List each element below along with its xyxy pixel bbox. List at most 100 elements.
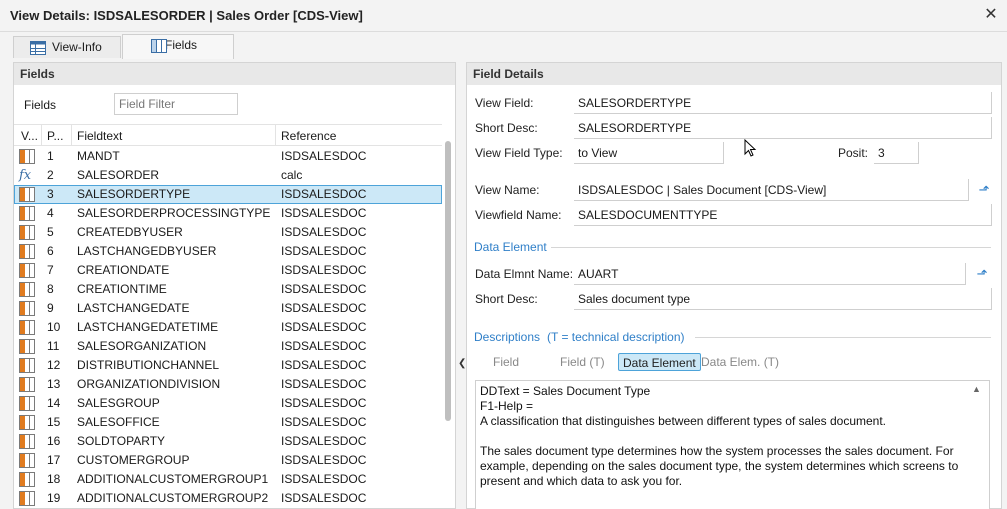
table-row[interactable]: 9 LASTCHANGEDATE ISDSALESDOC [14,299,442,318]
view-name-label: View Name: [475,183,540,197]
scroll-up-icon[interactable]: ▲ [972,384,981,394]
table-row[interactable]: 10 LASTCHANGEDATETIME ISDSALESDOC [14,318,442,337]
view-field-input[interactable]: SALESORDERTYPE [574,92,992,114]
table-row[interactable]: 17 CUSTOMERGROUP ISDSALESDOC [14,451,442,470]
desc-tab-data-element[interactable]: Data Element [618,353,701,371]
row-reference: ISDSALESDOC [281,453,367,467]
row-fieldtext: CREATEDBYUSER [77,225,183,239]
row-fieldtext: SALESGROUP [77,396,160,410]
field-icon [19,377,35,392]
row-position: 9 [47,301,54,315]
row-position: 18 [47,472,61,486]
view-name-input[interactable]: ISDSALESDOC | Sales Document [CDS-View] [574,179,969,201]
field-icon [19,358,35,373]
navigate-view-icon[interactable]: ⬏ [977,183,991,197]
column-header-pos[interactable]: P... [47,129,63,143]
table-row[interactable]: 16 SOLDTOPARTY ISDSALESDOC [14,432,442,451]
field-icon [19,396,35,411]
table-row[interactable]: 8 CREATIONTIME ISDSALESDOC [14,280,442,299]
row-position: 19 [47,491,61,505]
row-position: 12 [47,358,61,372]
table-row[interactable]: 3 SALESORDERTYPE ISDSALESDOC [14,185,442,204]
table-row[interactable]: 19 ADDITIONALCUSTOMERGROUP2 ISDSALESDOC [14,489,442,508]
tab-fields[interactable]: Fields [122,34,234,59]
navigate-data-element-icon[interactable]: ⬏ [975,267,989,281]
field-icon [19,263,35,278]
table-row[interactable]: 12 DISTRIBUTIONCHANNEL ISDSALESDOC [14,356,442,375]
table-row[interactable]: 14 SALESGROUP ISDSALESDOC [14,394,442,413]
short-desc-label: Short Desc: [475,121,538,135]
table-row[interactable]: 18 ADDITIONALCUSTOMERGROUP1 ISDSALESDOC [14,470,442,489]
table-row[interactable]: 11 SALESORGANIZATION ISDSALESDOC [14,337,442,356]
column-header-v[interactable]: V... [21,129,38,143]
field-icon [19,453,35,468]
column-divider[interactable] [71,125,72,146]
row-reference: ISDSALESDOC [281,187,367,201]
table-row[interactable]: 15 SALESOFFICE ISDSALESDOC [14,413,442,432]
table-row[interactable]: 1 MANDT ISDSALESDOC [14,147,442,166]
section-divider [551,247,991,248]
row-reference: ISDSALESDOC [281,377,367,391]
viewfield-name-label: Viewfield Name: [475,208,562,222]
field-filter-label: Fields [24,98,57,112]
column-divider[interactable] [275,125,276,146]
tab-view-info[interactable]: View-Info [13,36,121,58]
row-fieldtext: ORGANIZATIONDIVISION [77,377,221,391]
viewfield-name-input[interactable]: SALESDOCUMENTTYPE [574,204,992,226]
row-fieldtext: MANDT [77,149,120,163]
column-header-reference[interactable]: Reference [281,129,336,143]
column-header-fieldtext[interactable]: Fieldtext [77,129,122,143]
row-fieldtext: LASTCHANGEDATE [77,301,190,315]
mouse-cursor-icon [744,139,757,157]
field-filter-input[interactable] [114,93,238,115]
fields-scrollbar[interactable] [445,141,451,421]
data-element-name-input[interactable]: AUART [574,263,966,285]
desc-tab-data-element-technical[interactable]: Data Elem. (T) [697,353,783,371]
table-row[interactable]: fx 2 SALESORDER calc [14,166,442,185]
row-fieldtext: ADDITIONALCUSTOMERGROUP1 [77,472,269,486]
view-field-label: View Field: [475,96,534,110]
row-reference: ISDSALESDOC [281,225,367,239]
data-element-section-title: Data Element [474,240,547,254]
short-desc-input[interactable]: SALESORDERTYPE [574,117,992,139]
row-reference: calc [281,168,303,182]
row-position: 11 [47,339,60,353]
field-details-header: Field Details [467,63,1001,85]
title-bar: View Details: ISDSALESORDER | Sales Orde… [0,0,1007,32]
panel-splitter[interactable]: ❮ [457,62,466,509]
table-row[interactable]: 5 CREATEDBYUSER ISDSALESDOC [14,223,442,242]
row-reference: ISDSALESDOC [281,396,367,410]
row-fieldtext: SALESOFFICE [77,415,160,429]
row-position: 13 [47,377,61,391]
desc-tab-field-technical[interactable]: Field (T) [556,353,609,371]
table-row[interactable]: 4 SALESORDERPROCESSINGTYPE ISDSALESDOC [14,204,442,223]
table-row[interactable]: 13 ORGANIZATIONDIVISION ISDSALESDOC [14,375,442,394]
field-icon [19,282,35,297]
view-field-type-label: View Field Type: [475,146,563,160]
posit-label: Posit: [838,146,869,160]
table-icon [30,41,46,55]
section-divider [695,337,991,338]
row-fieldtext: ADDITIONALCUSTOMERGROUP2 [77,491,269,505]
row-position: 17 [47,453,61,467]
collapse-left-icon[interactable]: ❮ [458,358,466,370]
desc-tab-field[interactable]: Field [489,353,523,371]
row-fieldtext: LASTCHANGEDBYUSER [77,244,217,258]
columns-icon [151,39,167,53]
fields-grid-header: V... P... Fieldtext Reference [14,124,442,146]
row-position: 8 [47,282,54,296]
row-reference: ISDSALESDOC [281,491,367,505]
description-text-area[interactable]: DDText = Sales Document Type F1-Help = A… [475,380,990,509]
column-divider[interactable] [41,125,42,146]
view-field-type-input[interactable]: to View [574,142,724,164]
row-position: 16 [47,434,61,448]
field-icon [19,301,35,316]
table-row[interactable]: 7 CREATIONDATE ISDSALESDOC [14,261,442,280]
close-icon[interactable]: ✕ [981,5,1001,25]
data-element-short-desc-input[interactable]: Sales document type [574,288,992,310]
row-position: 14 [47,396,61,410]
posit-input[interactable]: 3 [874,142,919,164]
row-fieldtext: LASTCHANGEDATETIME [77,320,219,334]
table-row[interactable]: 6 LASTCHANGEDBYUSER ISDSALESDOC [14,242,442,261]
row-position: 7 [47,263,54,277]
